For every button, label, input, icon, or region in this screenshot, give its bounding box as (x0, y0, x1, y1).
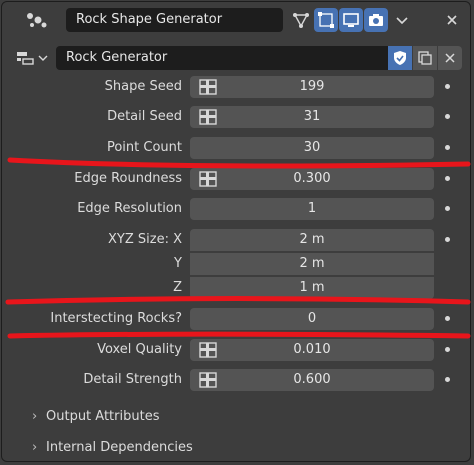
prop-voxel-quality: Voxel Quality 0.010 (0, 339, 474, 361)
cage-toggle[interactable] (314, 8, 338, 32)
keyframe-dot[interactable] (445, 206, 450, 211)
modifier-menu-button[interactable] (390, 8, 414, 32)
section-output-attributes[interactable]: › Output Attributes (32, 407, 159, 427)
chevron-right-icon: › (32, 440, 38, 455)
chevron-down-icon (396, 17, 408, 25)
prop-detail-seed: Detail Seed 31 (0, 106, 474, 128)
chevron-down-icon (38, 55, 48, 61)
keyframe-dot[interactable] (445, 145, 450, 150)
prop-shape-seed: Shape Seed 199 (0, 76, 474, 98)
fake-user-button[interactable] (388, 46, 412, 70)
prop-xyz-size-x: XYZ Size: X 2 m (0, 229, 474, 251)
detail-strength-field[interactable]: 0.600 (190, 369, 434, 391)
section-internal-dependencies[interactable]: › Internal Dependencies (32, 438, 193, 458)
modifier-header: Rock Shape Generator (6, 6, 468, 34)
prop-detail-strength: Detail Strength 0.600 (0, 369, 474, 391)
edit-mode-toggle[interactable] (289, 8, 313, 32)
close-icon (445, 53, 455, 63)
geometry-nodes-icon[interactable] (24, 10, 50, 30)
node-group-browse[interactable] (16, 46, 56, 70)
vertex-square-icon (318, 12, 334, 28)
prop-edge-roundness: Edge Roundness 0.300 (0, 168, 474, 190)
prop-xyz-size-z: Z 1 m (0, 277, 474, 299)
keyframe-dot[interactable] (445, 176, 450, 181)
monitor-icon (343, 13, 359, 27)
remove-modifier-button[interactable] (440, 8, 464, 32)
keyframe-dot[interactable] (445, 347, 450, 352)
edge-roundness-field[interactable]: 0.300 (190, 168, 434, 190)
size-y-field[interactable]: 2 m (190, 253, 434, 275)
node-group-name-field[interactable]: Rock Generator (56, 46, 388, 70)
duplicate-icon (418, 51, 432, 65)
detail-seed-field[interactable]: 31 (190, 106, 434, 128)
size-z-field[interactable]: 1 m (190, 277, 434, 299)
keyframe-dot[interactable] (445, 237, 450, 242)
node-tree-icon (17, 52, 34, 65)
realtime-toggle[interactable] (339, 8, 363, 32)
prop-xyz-size-y: Y 2 m (0, 253, 474, 275)
prop-edge-resolution: Edge Resolution 1 (0, 198, 474, 220)
shield-icon (394, 51, 406, 65)
voxel-quality-field[interactable]: 0.010 (190, 339, 434, 361)
vertex-triangle-icon (293, 13, 309, 28)
keyframe-dot[interactable] (445, 377, 450, 382)
render-toggle[interactable] (364, 8, 388, 32)
prop-intersecting-rocks: Interstecting Rocks? 0 (0, 308, 474, 330)
close-icon (447, 15, 457, 25)
modifier-name-field[interactable]: Rock Shape Generator (66, 8, 283, 32)
edge-resolution-field[interactable]: 1 (190, 198, 434, 220)
point-count-field[interactable]: 30 (190, 137, 434, 159)
keyframe-dot[interactable] (445, 114, 450, 119)
duplicate-button[interactable] (413, 46, 437, 70)
intersecting-rocks-field[interactable]: 0 (190, 308, 434, 330)
keyframe-dot[interactable] (445, 316, 450, 321)
size-x-field[interactable]: 2 m (190, 229, 434, 251)
node-group-row: Rock Generator (8, 44, 468, 72)
chevron-right-icon: › (32, 409, 38, 424)
keyframe-dot[interactable] (445, 84, 450, 89)
unlink-button[interactable] (438, 46, 462, 70)
prop-point-count: Point Count 30 (0, 137, 474, 159)
shape-seed-field[interactable]: 199 (190, 76, 434, 98)
camera-icon (369, 14, 383, 26)
